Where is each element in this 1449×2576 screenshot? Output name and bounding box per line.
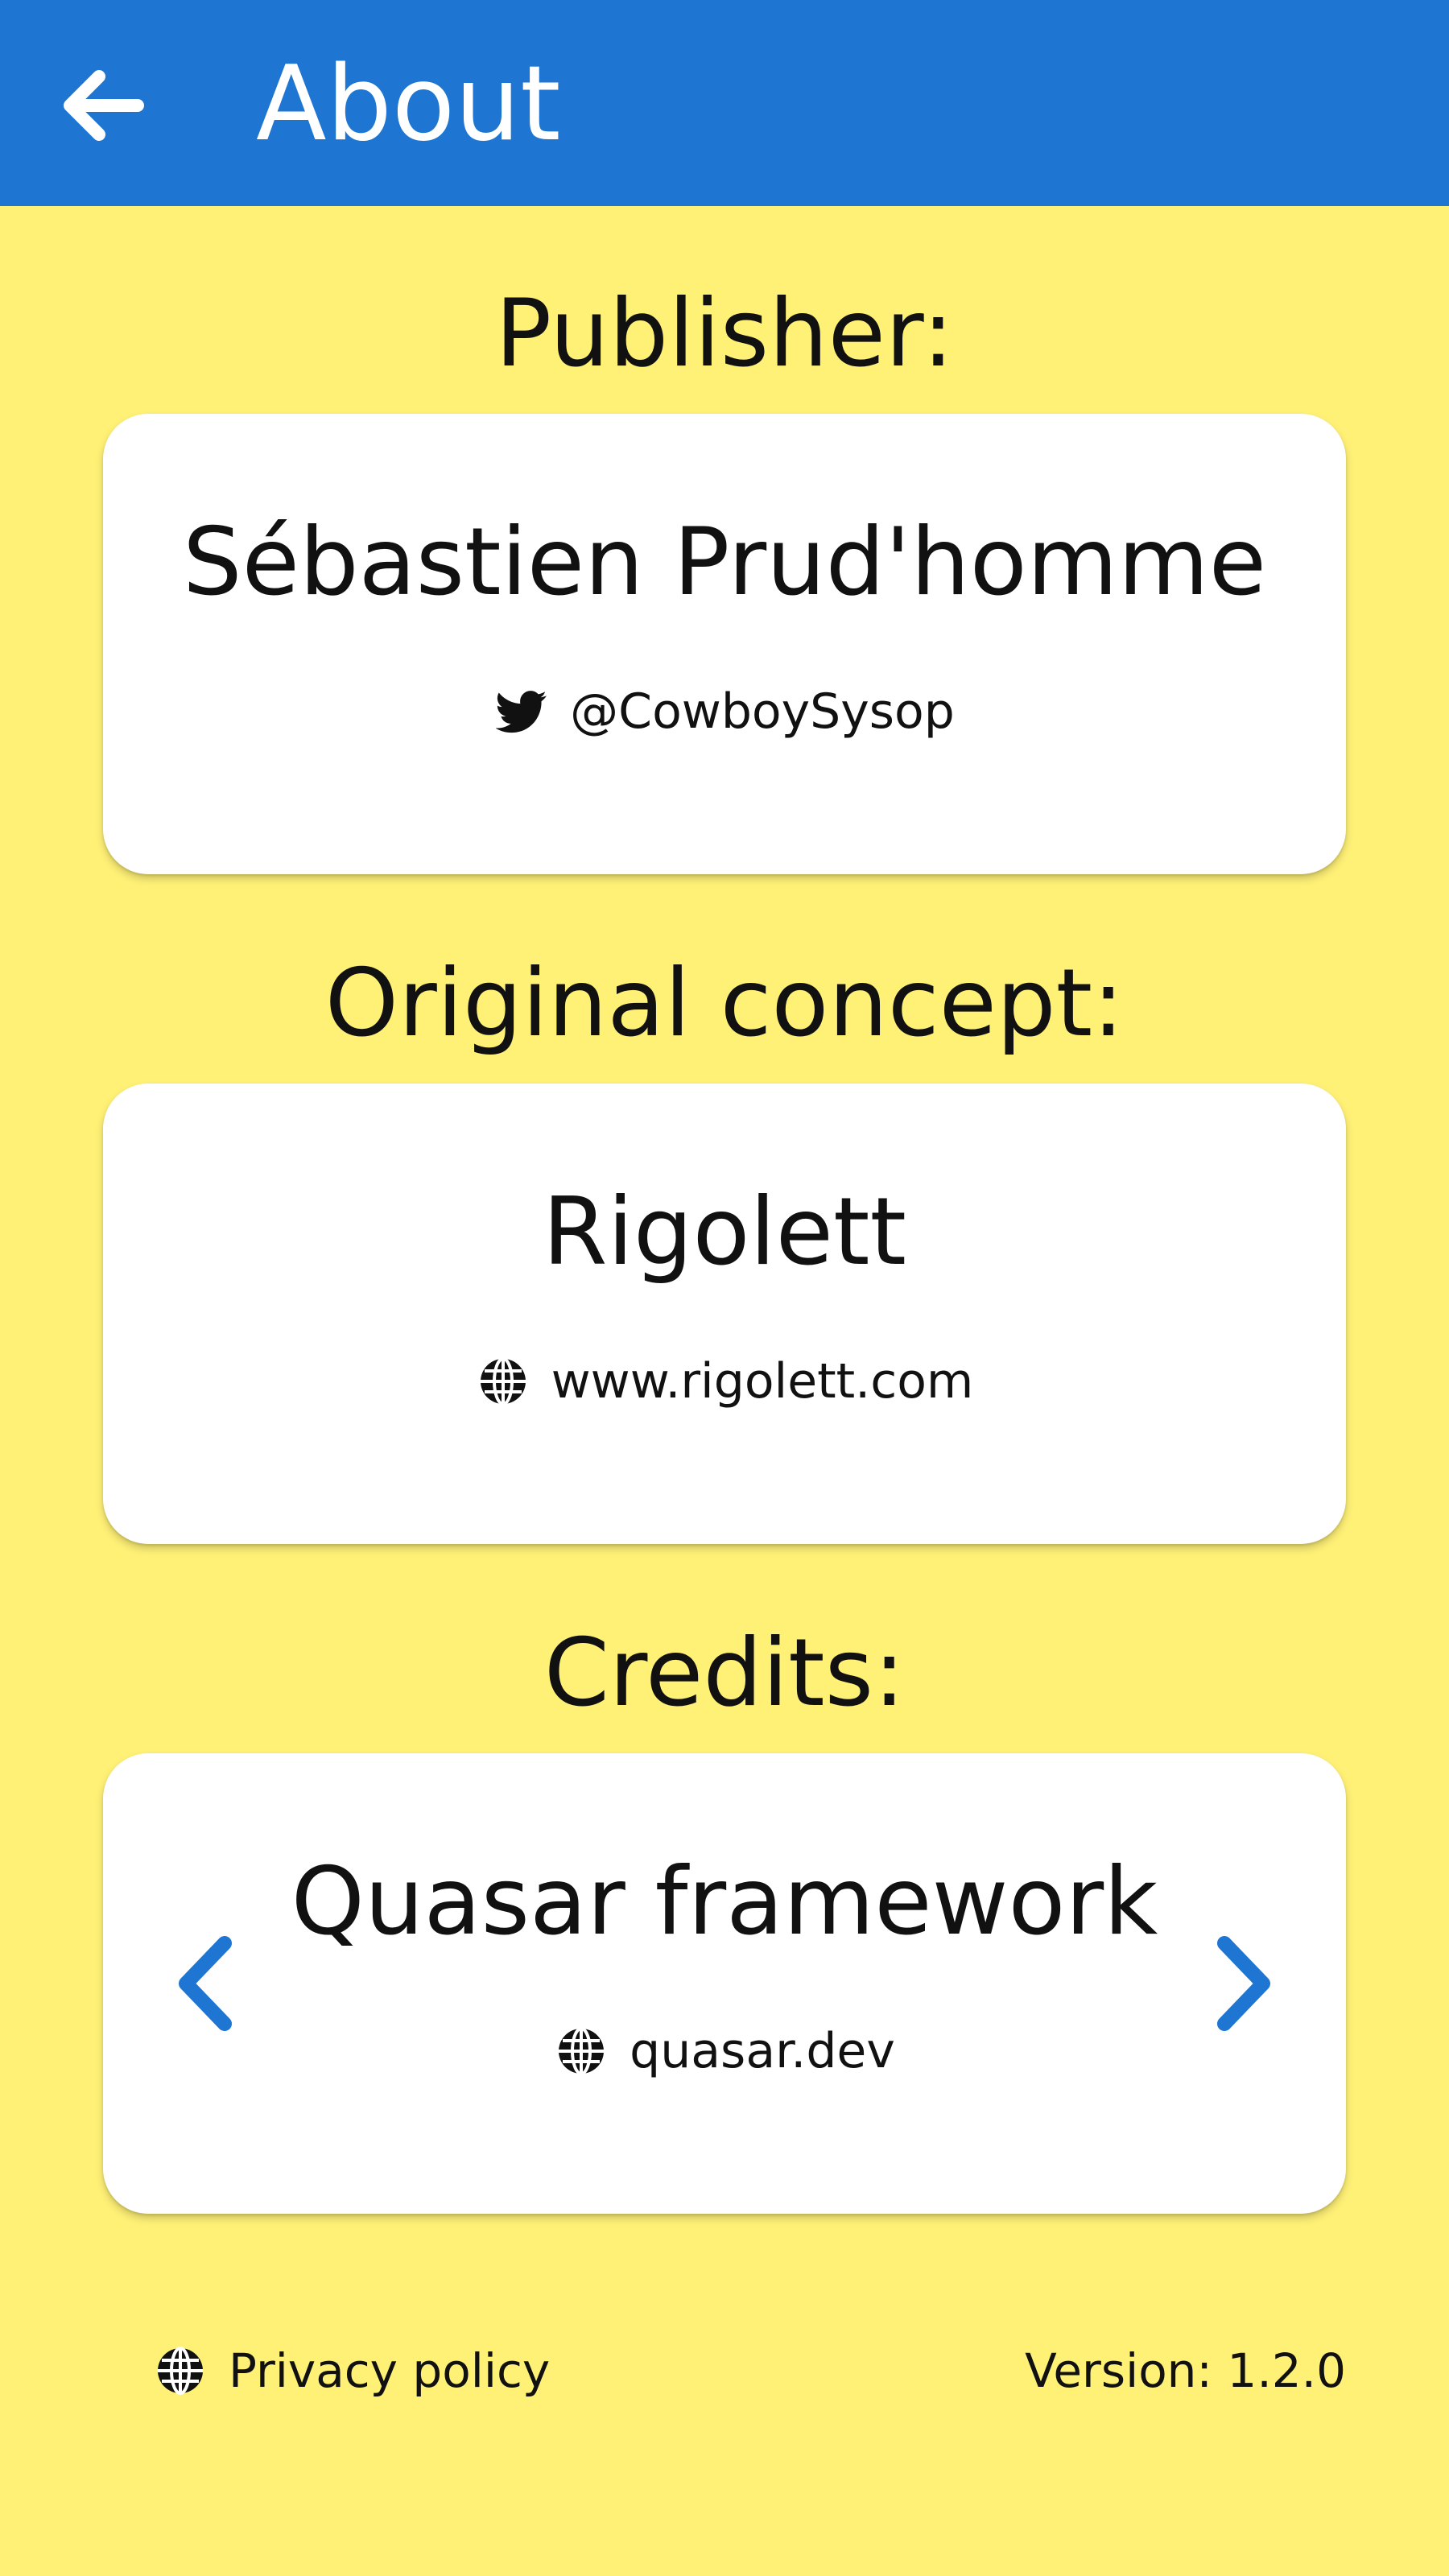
concept-website-link[interactable]: www.rigolett.com [103, 1341, 1346, 1422]
version-label: Version: 1.2.0 [1025, 2343, 1346, 2398]
credits-heading: Credits: [543, 1619, 906, 1728]
credits-website-text: quasar.dev [630, 2023, 895, 2079]
concept-card: Rigolett www.rigolett.com [103, 1084, 1346, 1544]
globe-icon [554, 2024, 609, 2079]
arrow-left-icon [64, 70, 144, 141]
concept-name: Rigolett [543, 1178, 906, 1286]
publisher-twitter-handle: @CowboySysop [570, 683, 955, 740]
globe-icon [153, 2343, 208, 2398]
concept-website-text: www.rigolett.com [551, 1353, 974, 1410]
publisher-heading: Publisher: [495, 279, 954, 388]
carousel-next-button[interactable] [1179, 1919, 1307, 2048]
chevron-right-icon [1217, 1936, 1270, 2031]
globe-icon [476, 1354, 530, 1409]
publisher-name: Sébastien Prud'homme [182, 508, 1267, 617]
back-button[interactable] [42, 45, 163, 166]
concept-heading: Original concept: [324, 949, 1125, 1058]
privacy-policy-link[interactable]: Privacy policy [153, 2326, 550, 2415]
page-title: About [256, 44, 561, 164]
twitter-icon [494, 684, 549, 739]
credits-website-link[interactable]: quasar.dev [103, 2011, 1346, 2091]
app-bar: About [0, 0, 1449, 206]
publisher-twitter-link[interactable]: @CowboySysop [103, 671, 1346, 752]
privacy-policy-label: Privacy policy [229, 2343, 551, 2398]
publisher-card: Sébastien Prud'homme @CowboySysop [103, 414, 1346, 874]
credits-name: Quasar framework [291, 1847, 1158, 1956]
credits-card: Quasar framework quasar.dev [103, 1753, 1346, 2214]
